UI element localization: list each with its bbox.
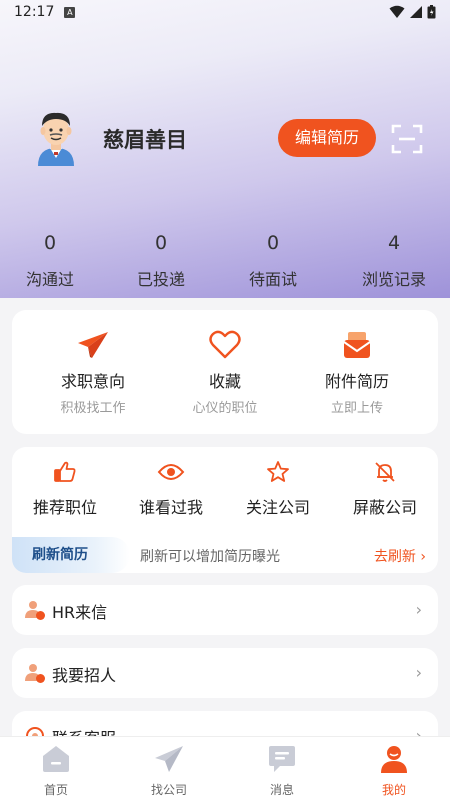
- chat-bubble-icon: [269, 746, 295, 772]
- person-orange-icon: [25, 664, 45, 683]
- favorites-title: 收藏: [208, 372, 241, 391]
- refresh-resume-row[interactable]: 刷新简历 刷新可以增加简历曝光 去刷新 ›: [12, 537, 438, 573]
- stat-history-count: 4: [387, 232, 401, 254]
- home-icon: [43, 746, 69, 772]
- stat-applied-count: 0: [154, 232, 168, 254]
- main-tools-card: 求职意向 积极找工作 收藏 心仪的职位 附件简历 立即上传: [12, 310, 438, 434]
- tab-messages-label: 消息: [269, 783, 294, 797]
- tab-mine[interactable]: 我的: [364, 743, 424, 798]
- blocked-companies-title: 屏蔽公司: [352, 498, 417, 517]
- refresh-resume-link[interactable]: 去刷新 ›: [374, 546, 426, 566]
- job-intention-item[interactable]: 求职意向 积极找工作: [28, 328, 158, 416]
- refresh-resume-description: 刷新可以增加简历曝光: [140, 549, 280, 565]
- attachment-resume-title: 附件简历: [324, 372, 389, 391]
- tab-home-label: 首页: [43, 783, 68, 797]
- attachment-resume-subtitle: 立即上传: [330, 401, 383, 416]
- stat-applied-label: 已投递: [136, 270, 185, 289]
- scan-icon[interactable]: [391, 123, 423, 155]
- tab-home[interactable]: 首页: [26, 743, 86, 798]
- attachment-resume-item[interactable]: 附件简历 立即上传: [292, 328, 422, 416]
- person-orange-icon: [25, 601, 45, 620]
- battery-icon: [427, 5, 436, 19]
- star-icon: [267, 461, 289, 482]
- status-icons: [389, 5, 436, 19]
- stat-contacted[interactable]: 0 沟通过: [0, 232, 100, 290]
- user-avatar[interactable]: [30, 108, 82, 166]
- paper-plane-icon: [155, 746, 183, 772]
- stat-contacted-label: 沟通过: [25, 270, 74, 289]
- edit-resume-button[interactable]: 编辑简历: [278, 119, 376, 157]
- tab-mine-label: 我的: [381, 783, 406, 797]
- stat-interview[interactable]: 0 待面试: [223, 232, 323, 290]
- stat-history-label: 浏览记录: [361, 270, 426, 289]
- followed-companies-item[interactable]: 关注公司: [225, 459, 331, 518]
- stat-contacted-count: 0: [43, 232, 57, 254]
- stat-interview-count: 0: [266, 232, 280, 254]
- stat-applied[interactable]: 0 已投递: [111, 232, 211, 290]
- bottom-tab-bar: 首页 找公司 消息 我的: [0, 736, 450, 800]
- status-time: 12:17: [14, 4, 55, 20]
- favorites-subtitle: 心仪的职位: [192, 401, 258, 416]
- notification-a-icon: A: [64, 6, 76, 18]
- stat-history[interactable]: 4 浏览记录: [344, 232, 444, 290]
- blocked-companies-item[interactable]: 屏蔽公司: [332, 459, 438, 518]
- paper-plane-icon: [78, 332, 108, 358]
- chevron-right-icon: ›: [415, 663, 422, 682]
- thumbs-up-icon: [54, 461, 76, 482]
- eye-icon: [157, 464, 185, 480]
- sub-tools-card: 推荐职位 谁看过我 关注公司 屏蔽公司 刷新简历 刷新可以增加简历曝光 去刷新 …: [12, 447, 438, 573]
- tab-companies-label: 找公司: [150, 783, 187, 797]
- username[interactable]: 慈眉善目: [103, 124, 187, 154]
- user-icon: [381, 746, 407, 773]
- status-bar: 12:17 A: [0, 0, 450, 24]
- hr-messages-label: HR来信: [52, 603, 108, 622]
- refresh-resume-tag: 刷新简历: [12, 537, 130, 573]
- recommended-jobs-item[interactable]: 推荐职位: [12, 459, 118, 518]
- tab-messages[interactable]: 消息: [252, 743, 312, 798]
- hire-people-row[interactable]: 我要招人 ›: [12, 648, 438, 698]
- hire-people-label: 我要招人: [52, 666, 117, 685]
- chevron-right-icon: ›: [415, 600, 422, 619]
- heart-icon: [209, 330, 241, 359]
- stats-row: 0 沟通过 0 已投递 0 待面试 4 浏览记录: [0, 232, 450, 292]
- muted-bell-icon: [375, 462, 395, 482]
- favorites-item[interactable]: 收藏 心仪的职位: [160, 328, 290, 416]
- wifi-icon: [389, 5, 405, 18]
- envelope-icon: [343, 332, 371, 358]
- who-viewed-me-title: 谁看过我: [138, 498, 203, 517]
- followed-companies-title: 关注公司: [245, 498, 310, 517]
- job-intention-subtitle: 积极找工作: [60, 401, 126, 416]
- signal-icon: [410, 6, 422, 18]
- job-intention-title: 求职意向: [60, 372, 125, 391]
- tab-companies[interactable]: 找公司: [139, 743, 199, 798]
- stat-interview-label: 待面试: [248, 270, 297, 289]
- who-viewed-me-item[interactable]: 谁看过我: [118, 459, 224, 518]
- recommended-jobs-title: 推荐职位: [32, 498, 97, 517]
- hr-messages-row[interactable]: HR来信 ›: [12, 585, 438, 635]
